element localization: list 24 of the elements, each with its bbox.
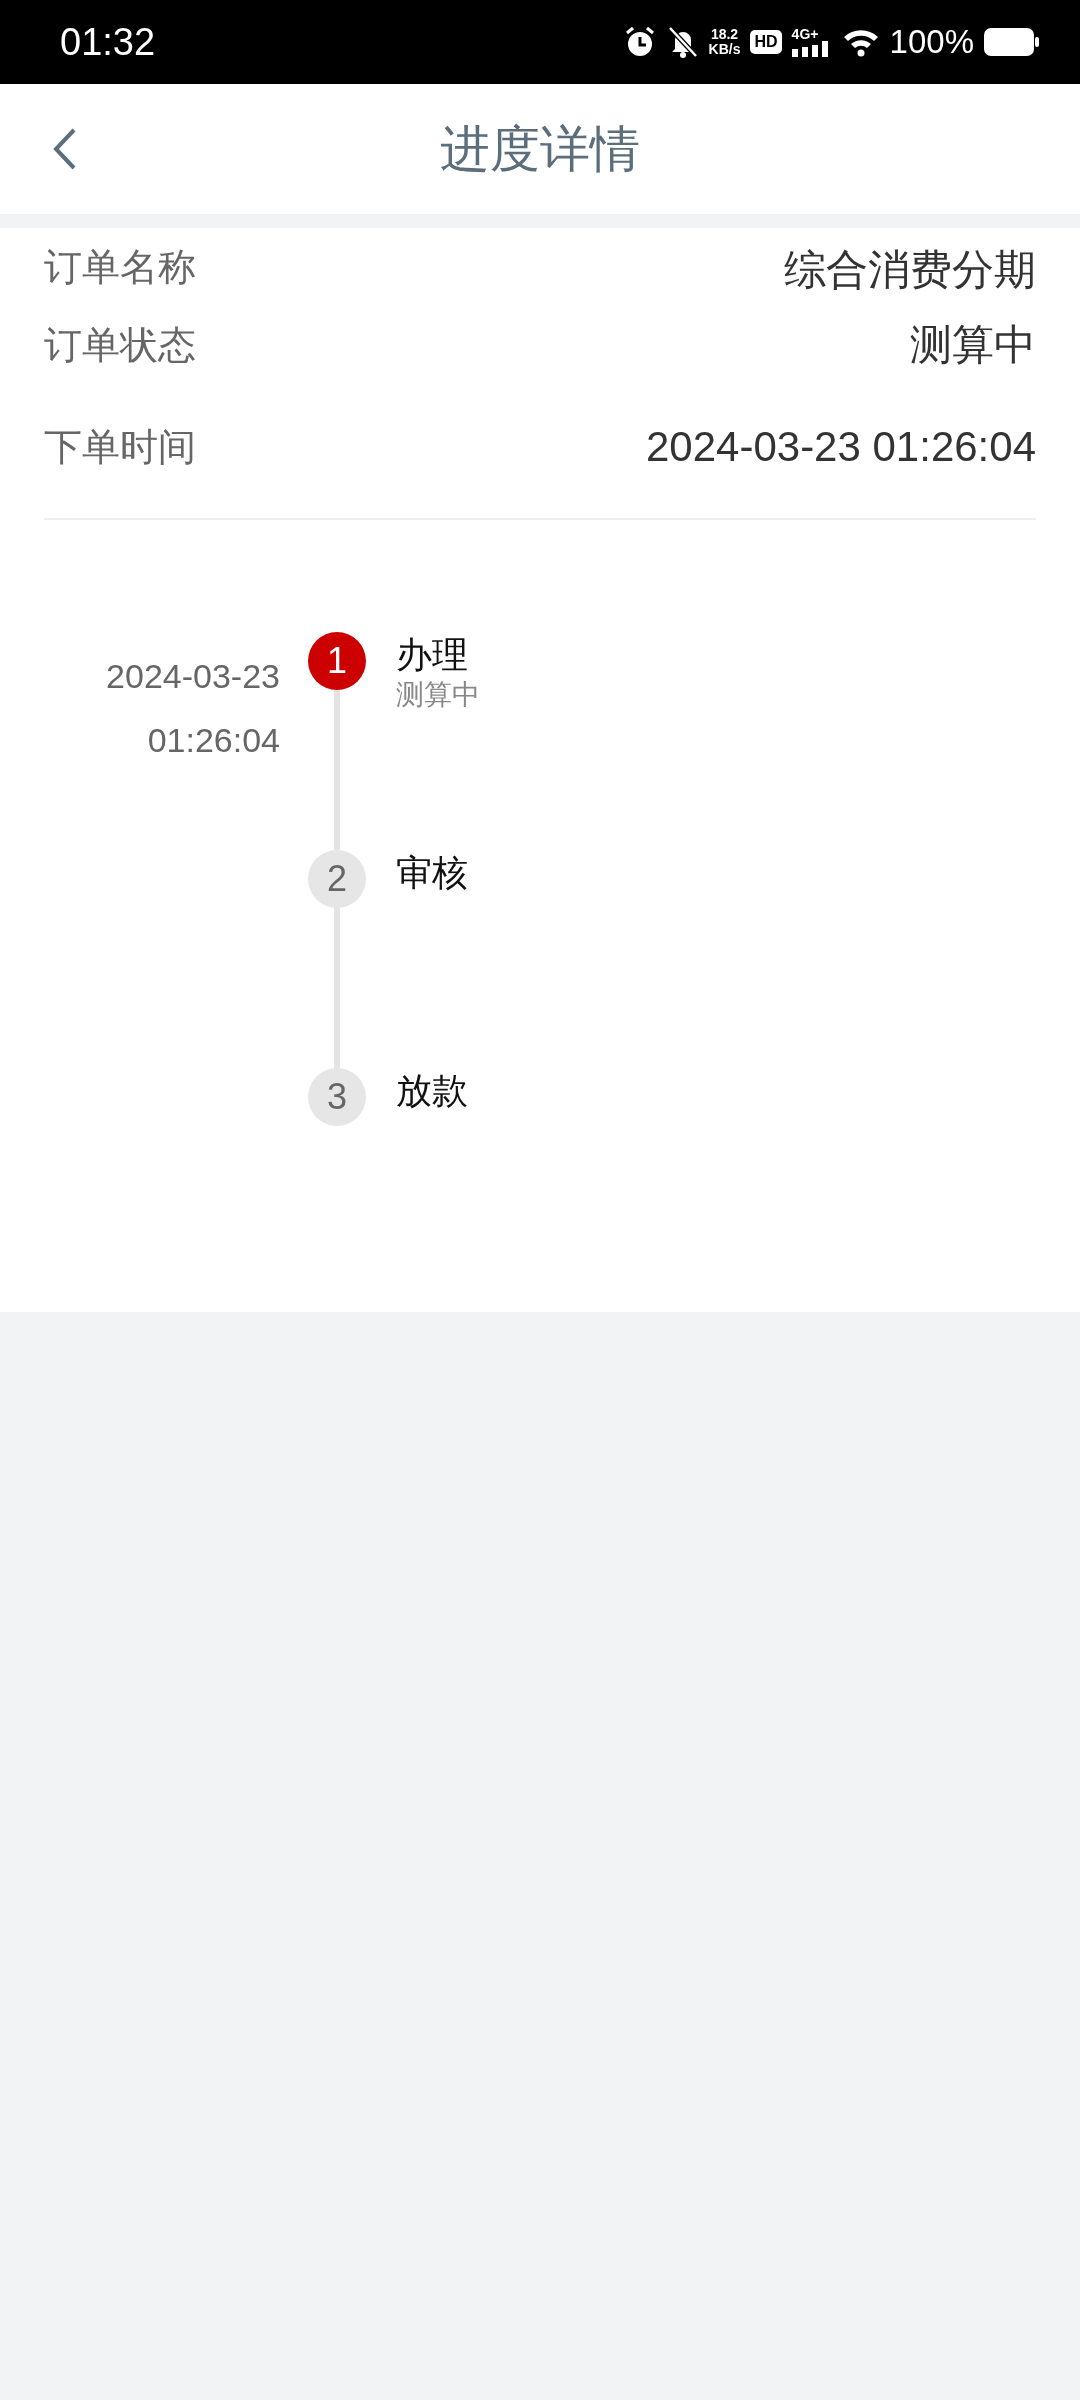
info-label: 下单时间 — [44, 423, 196, 471]
battery-icon — [984, 28, 1040, 56]
info-value: 测算中 — [910, 320, 1036, 370]
info-value: 综合消费分期 — [784, 245, 1036, 295]
page-title: 进度详情 — [440, 118, 640, 180]
muted-bell-icon — [666, 25, 699, 59]
info-label: 订单状态 — [44, 321, 196, 369]
battery-level: 100% — [889, 23, 974, 61]
signal-indicator: 4G+ — [791, 27, 832, 57]
network-speed: 18.2 KB/s — [708, 27, 741, 57]
info-value: 2024-03-23 01:26:04 — [646, 423, 1036, 471]
step-number: 1 — [308, 632, 366, 690]
step-number: 3 — [308, 1068, 366, 1126]
step-date: 2024-03-23 — [106, 656, 280, 697]
step-title: 放款 — [396, 1069, 468, 1113]
step-time: 01:26:04 — [147, 720, 280, 761]
hd-badge: HD — [750, 30, 782, 54]
step-title: 审核 — [396, 851, 468, 895]
back-icon[interactable] — [52, 127, 78, 171]
info-label: 订单名称 — [44, 244, 196, 291]
step-status: 测算中 — [396, 678, 480, 712]
status-time: 01:32 — [60, 20, 156, 64]
step-title: 办理 — [396, 633, 469, 677]
step-number: 2 — [308, 850, 366, 908]
